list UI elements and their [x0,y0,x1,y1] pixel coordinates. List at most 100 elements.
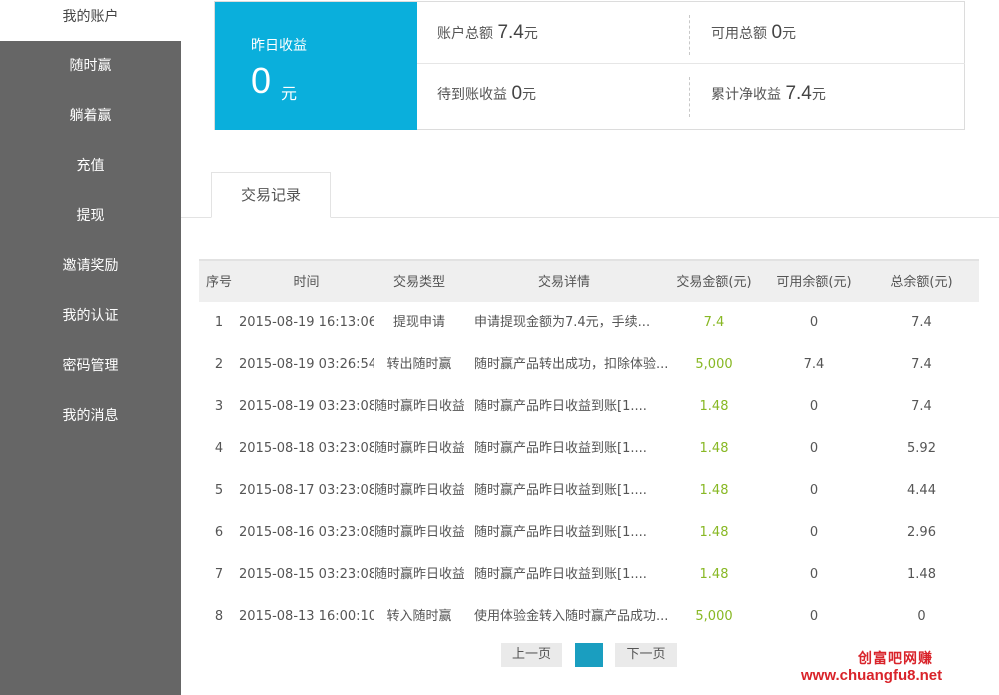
cell-available: 0 [809,315,819,330]
cell-type: 随时赢昨日收益 [374,483,464,498]
sidebar-item-my-verification[interactable]: 我的认证 [0,291,181,341]
sidebar-item-lying-win[interactable]: 躺着赢 [0,91,181,141]
sidebar: 我的账户 随时赢 躺着赢 充值 提现 邀请奖励 我的认证 密码管理 我的消息 [0,0,181,695]
summary-divider [417,63,965,64]
cell-available: 0 [809,525,819,540]
cell-total: 7.4 [911,315,932,330]
cell-total: 5.92 [907,441,936,456]
cumulative-earnings-unit: 元 [811,87,826,103]
tab-transaction-records[interactable]: 交易记录 [211,172,331,218]
cell-amount: 7.4 [703,315,725,330]
cell-time: 2015-08-19 03:23:08 [239,399,374,414]
cell-detail[interactable]: 随时赢产品昨日收益到账[1.... [474,428,669,470]
table-row: 2 2015-08-19 03:26:54 转出随时赢 随时赢产品转出成功，扣除体验.… [199,344,979,386]
cell-type: 提现申请 [392,315,445,330]
sidebar-item-password[interactable]: 密码管理 [0,341,181,391]
yesterday-earnings-panel: 昨日收益 0 元 [215,2,417,130]
cell-amount: 5,000 [695,609,733,624]
available-total-label: 可用总额 [711,26,767,42]
sidebar-item-recharge[interactable]: 充值 [0,141,181,191]
column-header-total: 总余额(元) [890,275,953,290]
cell-amount: 1.48 [699,525,729,540]
cell-detail[interactable]: 随时赢产品昨日收益到账[1.... [474,512,669,554]
table-row: 6 2015-08-16 03:23:08 随时赢昨日收益 随时赢产品昨日收益到账[1… [199,512,979,554]
cell-total: 0 [917,609,926,624]
cell-type: 随时赢昨日收益 [374,441,464,456]
cumulative-earnings-value: 7.4 [785,83,812,104]
pending-earnings-metric: 待到账收益 0元 [437,83,536,105]
prev-page-button[interactable]: 上一页 [501,643,562,667]
column-header-time: 时间 [293,275,320,290]
account-total-label: 账户总额 [437,26,493,42]
column-header-type: 交易类型 [392,275,445,290]
cell-no: 4 [214,441,224,456]
cell-detail[interactable]: 随时赢产品转出成功，扣除体验... [474,344,669,386]
cell-type: 转出随时赢 [386,357,452,372]
cell-total: 7.4 [911,399,932,414]
cell-amount: 1.48 [699,483,729,498]
cumulative-earnings-label: 累计净收益 [711,87,781,103]
available-total-value: 0 [771,22,783,43]
table-row: 8 2015-08-13 16:00:10 转入随时赢 使用体验金转入随时赢产品成功.… [199,596,979,638]
column-header-amount: 交易金额(元) [676,275,752,290]
next-page-button[interactable]: 下一页 [615,643,677,667]
cell-total: 1.48 [907,567,936,582]
cell-available: 0 [809,483,819,498]
current-page-button[interactable] [575,643,603,667]
pending-earnings-label: 待到账收益 [437,87,507,103]
account-total-unit: 元 [523,26,538,42]
cell-total: 7.4 [911,357,932,372]
column-header-detail: 交易详情 [537,275,590,290]
cell-detail[interactable]: 使用体验金转入随时赢产品成功... [474,596,669,638]
account-total-value: 7.4 [497,22,524,43]
cell-total: 2.96 [907,525,936,540]
table-row: 4 2015-08-18 03:23:08 随时赢昨日收益 随时赢产品昨日收益到账[1… [199,428,979,470]
sidebar-item-my-account[interactable]: 我的账户 [0,0,181,41]
cell-no: 1 [214,315,224,330]
table-row: 7 2015-08-15 03:23:08 随时赢昨日收益 随时赢产品昨日收益到账[1… [199,554,979,596]
cell-detail[interactable]: 申请提现金额为7.4元，手续... [474,302,669,344]
cell-no: 5 [214,483,224,498]
watermark-url: www.chuangfu8.net [801,667,943,684]
cell-type: 随时赢昨日收益 [374,567,464,582]
table-header: 序号 时间 交易类型 交易详情 交易金额(元) 可用余额(元) 总余额(元) [199,259,979,302]
sidebar-item-invite-reward[interactable]: 邀请奖励 [0,241,181,291]
cell-available: 7.4 [803,357,825,372]
cell-time: 2015-08-19 03:26:54 [239,357,374,372]
available-total-unit: 元 [782,26,797,42]
cell-no: 2 [214,357,224,372]
yesterday-earnings-value: 0 [251,60,272,101]
sidebar-item-anytime-win[interactable]: 随时赢 [0,41,181,91]
yesterday-earnings-label: 昨日收益 [251,38,307,54]
cell-amount: 1.48 [699,399,729,414]
cell-amount: 1.48 [699,441,729,456]
sidebar-item-my-messages[interactable]: 我的消息 [0,391,181,441]
cell-available: 0 [809,609,819,624]
yesterday-earnings-unit: 元 [281,84,298,103]
cell-detail[interactable]: 随时赢产品昨日收益到账[1.... [474,470,669,512]
column-header-available: 可用余额(元) [776,275,852,290]
summary-divider-dashed-top [689,15,690,55]
account-summary: 昨日收益 0 元 账户总额 7.4元 可用总额 0元 待到账收益 0元 累计净收… [214,1,965,130]
summary-divider-dashed-bottom [689,77,690,117]
sidebar-item-withdraw[interactable]: 提现 [0,191,181,241]
cell-amount: 1.48 [699,567,729,582]
cell-amount: 5,000 [695,357,733,372]
available-total-metric: 可用总额 0元 [711,22,796,44]
cell-detail[interactable]: 随时赢产品昨日收益到账[1.... [474,554,669,596]
cell-no: 3 [214,399,224,414]
cell-total: 4.44 [907,483,936,498]
table-row: 5 2015-08-17 03:23:08 随时赢昨日收益 随时赢产品昨日收益到账[1… [199,470,979,512]
watermark-title: 创富吧网赚 [858,651,933,667]
cell-time: 2015-08-16 03:23:08 [239,525,374,540]
cell-available: 0 [809,567,819,582]
cell-detail[interactable]: 随时赢产品昨日收益到账[1.... [474,386,669,428]
column-header-no: 序号 [205,275,232,290]
cell-time: 2015-08-15 03:23:08 [239,567,374,582]
cell-no: 8 [214,609,224,624]
cell-time: 2015-08-18 03:23:08 [239,441,374,456]
cell-type: 转入随时赢 [386,609,452,624]
cell-time: 2015-08-19 16:13:06 [239,315,374,330]
cell-available: 0 [809,441,819,456]
cell-type: 随时赢昨日收益 [374,399,464,414]
